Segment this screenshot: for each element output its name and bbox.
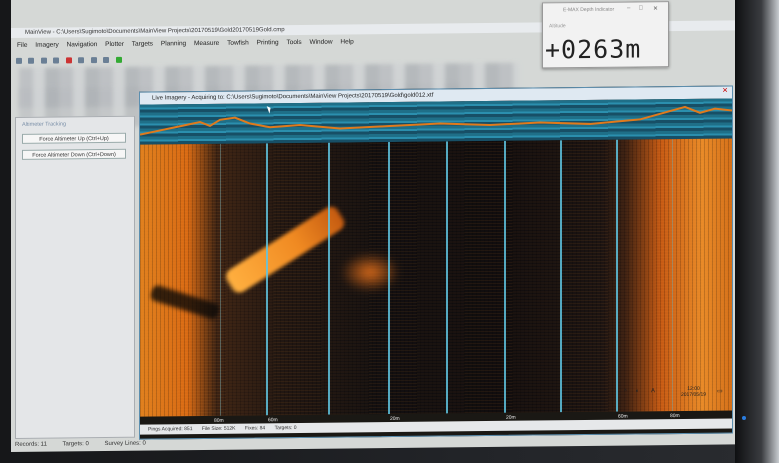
taskbar-clock[interactable]: 12:00 2017/05/19 <box>681 386 706 398</box>
menu-tools[interactable]: Tools <box>286 39 301 46</box>
live-imagery-status-bar: Pings Acquired: 851 File Size: 512K Fixe… <box>140 418 732 435</box>
menu-towfish[interactable]: Towfish <box>227 40 249 47</box>
survey-lines-count: Survey Lines: 0 <box>104 440 146 448</box>
depth-value: +0263m <box>545 34 642 65</box>
menu-targets[interactable]: Targets <box>132 41 153 48</box>
menu-file[interactable]: File <box>17 42 27 49</box>
file-size: File Size: 512K <box>201 425 236 433</box>
depth-indicator-window[interactable]: E-MAX Depth Indicator – □ ✕ Altitude +02… <box>542 1 669 69</box>
range-marker-line <box>616 139 618 412</box>
range-marker-line <box>388 142 390 415</box>
live-imagery-window[interactable]: Live Imagery - Acquiring to: C:\Users\Su… <box>139 85 733 440</box>
minimize-icon[interactable]: – <box>627 6 630 12</box>
clock-date: 2017/05/19 <box>681 391 707 398</box>
monitor-edge <box>735 0 779 463</box>
altimeter-panel: Altimeter Tracking Force Altimeter Up (C… <box>15 115 135 439</box>
fixes-count: Fixes: 84 <box>244 425 266 432</box>
menu-imagery[interactable]: Imagery <box>35 41 58 48</box>
altitude-profile-trace <box>140 105 732 136</box>
menu-planning[interactable]: Planning <box>161 40 186 47</box>
project-targets-count: Targets: 0 <box>62 441 89 448</box>
force-altimeter-down-button[interactable]: Force Altimeter Down (Ctrl+Down) <box>22 148 126 160</box>
depth-indicator-subtitle: Altitude <box>549 23 566 30</box>
app-title: MainView - C:\Users\Sugimoto\Documents\M… <box>25 27 285 36</box>
seabed-scatter <box>340 251 400 293</box>
notification-icon[interactable]: ▭ <box>717 388 723 395</box>
depth-indicator-title: E-MAX Depth Indicator <box>563 6 615 14</box>
power-led <box>742 416 746 420</box>
menu-window[interactable]: Window <box>309 39 332 46</box>
menu-plotter[interactable]: Plotter <box>105 41 124 48</box>
ime-indicator[interactable]: A <box>651 388 655 394</box>
target-icon[interactable] <box>115 56 122 63</box>
range-marker-line <box>672 139 673 412</box>
altimeter-panel-title: Altimeter Tracking <box>22 121 67 128</box>
range-marker-line <box>504 140 506 413</box>
open-icon[interactable] <box>28 57 35 64</box>
menu-help[interactable]: Help <box>340 38 353 45</box>
save-icon[interactable] <box>40 57 47 64</box>
grid-icon[interactable] <box>103 56 110 64</box>
menu-navigation[interactable]: Navigation <box>67 41 98 48</box>
targets-count: Targets: 0 <box>274 425 297 432</box>
close-icon[interactable]: ✕ <box>722 86 728 94</box>
project-status-bar: Records: 11 Targets: 0 Survey Lines: 0 <box>15 438 225 450</box>
records-count: Records: 11 <box>15 441 47 448</box>
print-icon[interactable] <box>53 57 60 64</box>
force-altimeter-up-button[interactable]: Force Altimeter Up (Ctrl+Up) <box>22 132 126 144</box>
record-icon[interactable] <box>65 57 72 64</box>
maximize-icon[interactable]: □ <box>639 5 643 11</box>
zoom-icon[interactable] <box>90 57 97 64</box>
range-marker-line <box>266 143 268 416</box>
menu-measure[interactable]: Measure <box>194 40 219 47</box>
volume-icon[interactable]: ◖ <box>635 388 639 394</box>
range-marker-line <box>446 141 448 414</box>
pings-acquired: Pings Acquired: 851 <box>148 426 193 433</box>
close-icon[interactable]: ✕ <box>653 5 658 12</box>
network-icon[interactable]: ⌃ <box>623 389 628 396</box>
live-imagery-title: Live Imagery - Acquiring to: C:\Users\Su… <box>152 92 434 102</box>
screen: MainView - C:\Users\Sugimoto\Documents\M… <box>11 0 735 453</box>
file-new-icon[interactable] <box>16 57 22 64</box>
range-marker-line <box>220 143 221 416</box>
sidescan-waterfall[interactable] <box>140 138 732 417</box>
stop-icon[interactable] <box>78 57 85 64</box>
range-marker-line <box>328 142 330 415</box>
range-marker-line <box>560 140 562 413</box>
menu-printing[interactable]: Printing <box>257 39 279 46</box>
system-tray: ⌃ ◖ A 12:00 2017/05/19 ▭ <box>619 386 729 402</box>
